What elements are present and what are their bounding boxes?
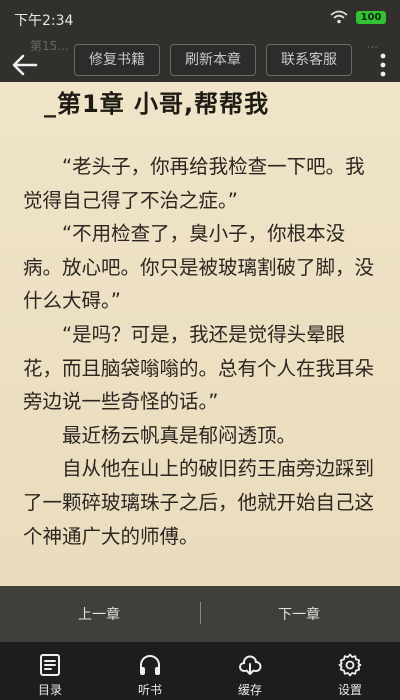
paragraph: “是吗？可是，我还是觉得头晕眼花，而且脑袋嗡嗡的。总有个人在我耳朵旁边说一些奇怪…	[23, 322, 375, 414]
bottom-toolbar: 目录 听书 缓存 设置	[0, 642, 400, 700]
cloud-download-icon	[239, 655, 262, 675]
wifi-icon	[330, 10, 348, 24]
catalog-icon	[40, 654, 60, 676]
headphones-icon	[140, 655, 160, 675]
next-chapter-button[interactable]: 下一章	[278, 604, 320, 624]
paragraph: “老头子，你再给我检查一下吧。我觉得自己得了不治之症。”	[23, 155, 365, 212]
more-options-icon[interactable]	[378, 52, 388, 78]
header-right-text: ...	[366, 37, 378, 51]
toolbar-cache[interactable]: 缓存	[210, 642, 290, 700]
contact-service-button[interactable]: 联系客服	[266, 44, 352, 76]
toolbar-settings-label: 设置	[337, 683, 362, 697]
prev-chapter-button[interactable]: 上一章	[78, 604, 120, 624]
status-bar: 下午2:34 100	[0, 0, 400, 36]
paragraph: 自从他在山上的破旧药王庙旁边踩到了一颗碎玻璃珠子之后，他就开始自己这个神通广大的…	[23, 457, 375, 548]
chapter-title: _第1章 小哥,帮帮我	[44, 90, 270, 118]
repair-book-button[interactable]: 修复书籍	[74, 44, 160, 76]
paragraph: “不用检查了，臭小子，你根本没病。放心吧。你只是被玻璃割破了脚，没什么大碍。”	[23, 222, 375, 313]
back-arrow-icon[interactable]	[10, 50, 40, 80]
toolbar-settings[interactable]: 设置	[310, 642, 390, 700]
toolbar-catalog-label: 目录	[37, 683, 62, 697]
toolbar-listen-label: 听书	[137, 683, 162, 697]
toolbar-listen[interactable]: 听书	[110, 642, 190, 700]
status-time: 下午2:34	[14, 13, 74, 29]
top-overlay: 下午2:34 100 第15... ... 修复书籍 刷新本章 联系客服	[0, 0, 400, 82]
refresh-chapter-button[interactable]: 刷新本章	[170, 44, 256, 76]
battery-indicator: 100	[356, 11, 386, 24]
toolbar-catalog[interactable]: 目录	[10, 642, 90, 700]
chapter-content: “老头子，你再给我检查一下吧。我觉得自己得了不治之症。” “不用检查了，臭小子，…	[23, 150, 383, 553]
toolbar-cache-label: 缓存	[237, 683, 262, 697]
paragraph: 最近杨云帆真是郁闷透顶。	[62, 423, 297, 447]
chapter-nav: 上一章 下一章	[0, 586, 400, 642]
gear-icon	[338, 653, 362, 677]
nav-divider	[200, 602, 201, 624]
